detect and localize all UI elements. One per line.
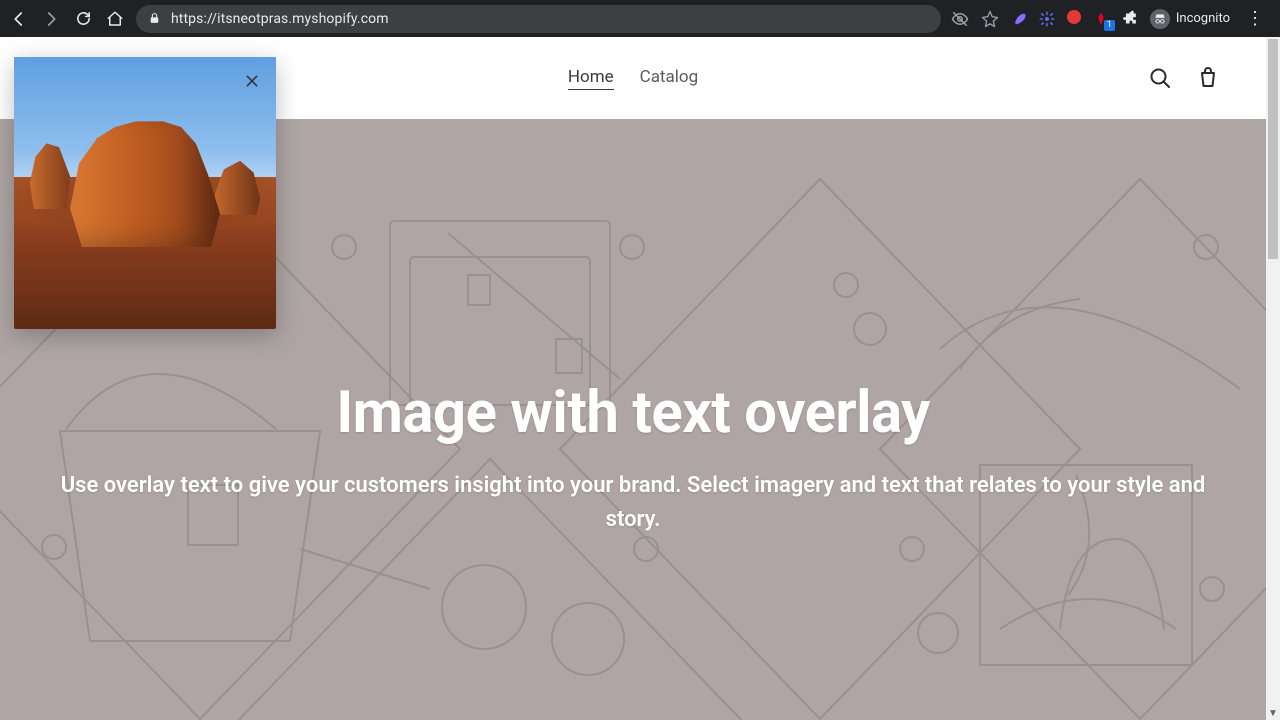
feather-extension-icon[interactable] [1011, 11, 1027, 27]
forward-button[interactable] [40, 8, 62, 30]
scrollbar-thumb[interactable] [1268, 39, 1278, 259]
incognito-indicator[interactable]: Incognito [1150, 9, 1230, 29]
home-button[interactable] [104, 8, 126, 30]
eye-off-icon[interactable] [951, 10, 969, 28]
popup-image [14, 57, 276, 329]
bookmark-star-icon[interactable] [981, 10, 999, 28]
gear-extension-icon[interactable] [1039, 11, 1055, 27]
lock-icon [148, 12, 161, 25]
nav-catalog[interactable]: Catalog [640, 67, 699, 90]
pinterest-badge: 1 [1104, 20, 1115, 31]
hero-title: Image with text overlay [40, 379, 1226, 447]
main-nav: Home Catalog [568, 67, 698, 90]
back-button[interactable] [8, 8, 30, 30]
search-icon[interactable] [1148, 66, 1172, 90]
pinterest-extension-icon[interactable]: 1 [1093, 11, 1109, 27]
incognito-icon [1150, 9, 1170, 29]
scrollbar-down-arrow[interactable]: ▼ [1266, 706, 1280, 720]
image-popup [14, 57, 276, 329]
extension-icons: 1 Incognito ⋮ [951, 8, 1272, 29]
incognito-label: Incognito [1176, 11, 1230, 26]
extensions-puzzle-icon[interactable] [1121, 10, 1138, 27]
browser-menu-button[interactable]: ⋮ [1242, 8, 1268, 29]
nav-home[interactable]: Home [568, 67, 614, 90]
vertical-scrollbar[interactable]: ▼ [1266, 37, 1280, 720]
cart-icon[interactable] [1196, 66, 1220, 90]
reload-button[interactable] [72, 8, 94, 30]
red-circle-extension-icon[interactable] [1067, 9, 1081, 28]
address-bar[interactable]: https://itsneotpras.myshopify.com [136, 5, 941, 33]
url-text: https://itsneotpras.myshopify.com [171, 11, 389, 27]
browser-toolbar: https://itsneotpras.myshopify.com 1 Inco… [0, 0, 1280, 37]
popup-close-button[interactable] [240, 69, 264, 93]
hero-subtitle: Use overlay text to give your customers … [40, 469, 1226, 537]
page-viewport: Home Catalog [0, 37, 1280, 720]
